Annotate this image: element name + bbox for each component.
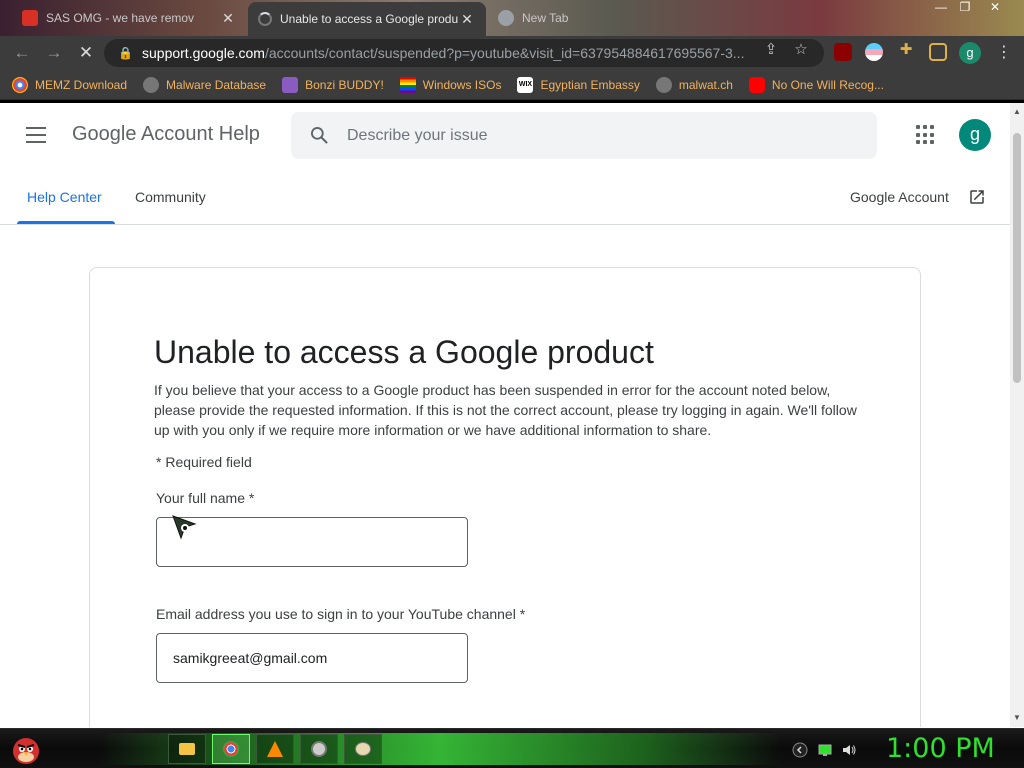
taskbar-file-explorer[interactable] [168,734,206,764]
scrollbar-thumb[interactable] [1013,133,1021,383]
mouse-cursor-icon [172,515,197,540]
trans-flag-extension-icon[interactable] [865,43,883,61]
bookmark-egyptian-embassy[interactable]: WIX Egyptian Embassy [517,76,640,93]
window-close-icon[interactable]: ✕ [984,0,1006,16]
app-icon [311,741,327,757]
bookmark-bonzi[interactable]: Bonzi BUDDY! [282,76,384,93]
full-name-label: Your full name * [156,490,255,506]
site-title[interactable]: Google Account Help [72,123,260,146]
folder-icon [179,743,195,755]
scroll-down-icon[interactable]: ▼ [1013,713,1021,722]
bookmark-malwatch[interactable]: malwat.ch [655,76,733,93]
account-avatar[interactable]: g [959,119,991,151]
tab-title: SAS OMG - we have remov [46,11,195,25]
required-field-note: * Required field [156,454,252,470]
sub-navigation: Help Center Community Google Account [0,167,1010,225]
kebab-menu-icon[interactable]: ⋮ [996,42,1012,62]
active-tab-indicator [17,221,115,224]
tab-title: New Tab [522,11,569,25]
web-page: Google Account Help g Help Center Commun… [0,103,1010,727]
minimize-icon[interactable]: — [930,0,952,16]
puzzle-extensions-icon[interactable]: ✚ [897,41,915,59]
site-header: Google Account Help g [0,103,1010,167]
taskbar-app-4[interactable] [300,734,338,764]
bookmark-windows-isos[interactable]: Windows ISOs [399,76,502,93]
google-account-link[interactable]: Google Account [850,189,949,205]
palette-icon [355,742,371,756]
tab-title: Unable to access a Google produ [280,12,458,26]
lock-icon: 🔒 [118,46,133,60]
form-card: Unable to access a Google product If you… [89,267,921,727]
back-icon[interactable]: ← [6,39,38,67]
network-icon[interactable] [817,742,833,758]
profile-avatar[interactable]: g [959,42,981,64]
browser-toolbar: ← → ✕ 🔒 support.google.com/accounts/cont… [0,36,1024,70]
form-intro: If you believe that your access to a Goo… [154,382,857,438]
volume-icon[interactable] [841,742,857,758]
full-name-field[interactable] [156,517,468,567]
url-path: /accounts/contact/suspended?p=youtube&vi… [264,45,745,61]
bookmark-label: Bonzi BUDDY! [305,77,384,92]
share-icon[interactable]: ⇪ [762,41,780,59]
bonzi-icon [282,76,299,93]
scroll-up-icon[interactable]: ▲ [1013,107,1021,116]
bookmark-star-icon[interactable]: ☆ [792,41,810,59]
vlc-cone-icon [267,741,283,757]
email-field[interactable] [156,633,468,683]
address-bar[interactable]: 🔒 support.google.com/accounts/contact/su… [104,39,824,67]
page-title: Unable to access a Google product [154,334,654,370]
search-box[interactable] [291,112,877,159]
bookmark-malware-database[interactable]: Malware Database [143,76,267,93]
tab-community[interactable]: Community [135,189,206,205]
tab-sas-omg[interactable]: SAS OMG - we have remov ✕ [12,3,247,33]
bookmark-label: malwat.ch [678,77,733,92]
ublock-icon[interactable] [834,43,852,61]
loading-spinner-icon [258,12,272,26]
taskbar: 1:00 PM [0,728,1024,768]
globe-icon [655,76,672,93]
close-icon[interactable]: ✕ [458,11,476,28]
bookmark-memz[interactable]: MEMZ Download [12,76,128,93]
bookmarks-bar: MEMZ Download Malware Database Bonzi BUD… [0,70,1024,100]
taskbar-vlc[interactable] [256,734,294,764]
taskbar-paint[interactable] [344,734,382,764]
bookmark-youtube-video[interactable]: No One Will Recog... [748,76,884,93]
start-angry-bird-icon[interactable] [8,731,44,767]
rainbow-flag-icon [399,76,416,93]
tab-new-tab[interactable]: New Tab [488,3,688,33]
bookmark-label: Malware Database [166,77,267,92]
taskbar-chrome[interactable] [212,734,250,764]
taskbar-clock[interactable]: 1:00 PM [886,733,995,764]
chrome-icon [12,76,28,93]
open-in-new-icon[interactable] [968,188,986,206]
youtube-icon [748,76,765,93]
browser-tabstrip: SAS OMG - we have remov ✕ Unable to acce… [0,0,1024,36]
bookmark-label: No One Will Recog... [771,77,884,92]
search-input[interactable] [347,112,847,159]
bookmark-label: Egyptian Embassy [540,77,640,92]
hamburger-menu-icon[interactable] [26,127,46,143]
bookmark-label: Windows ISOs [422,77,502,92]
bookmark-label: MEMZ Download [35,77,128,92]
tab-help-center[interactable]: Help Center [27,189,102,205]
tray-chevron-icon[interactable] [792,742,808,758]
vertical-scrollbar[interactable]: ▲ ▼ [1010,103,1024,727]
restore-icon[interactable]: ❐ [954,0,976,16]
chrome-icon [223,741,239,757]
url-host: support.google.com [142,45,265,61]
forward-icon[interactable]: → [38,39,70,67]
close-icon[interactable]: ✕ [219,10,237,27]
side-panel-icon[interactable] [929,43,947,61]
stop-loading-icon[interactable]: ✕ [70,39,102,67]
wix-icon: WIX [517,76,534,93]
globe-icon [143,76,160,93]
gmail-icon [22,10,38,26]
google-apps-icon[interactable] [916,125,936,145]
chrome-icon [498,10,514,26]
search-icon [311,127,328,144]
email-label: Email address you use to sign in to your… [156,606,526,622]
tab-google-help[interactable]: Unable to access a Google produ ✕ [248,2,486,36]
